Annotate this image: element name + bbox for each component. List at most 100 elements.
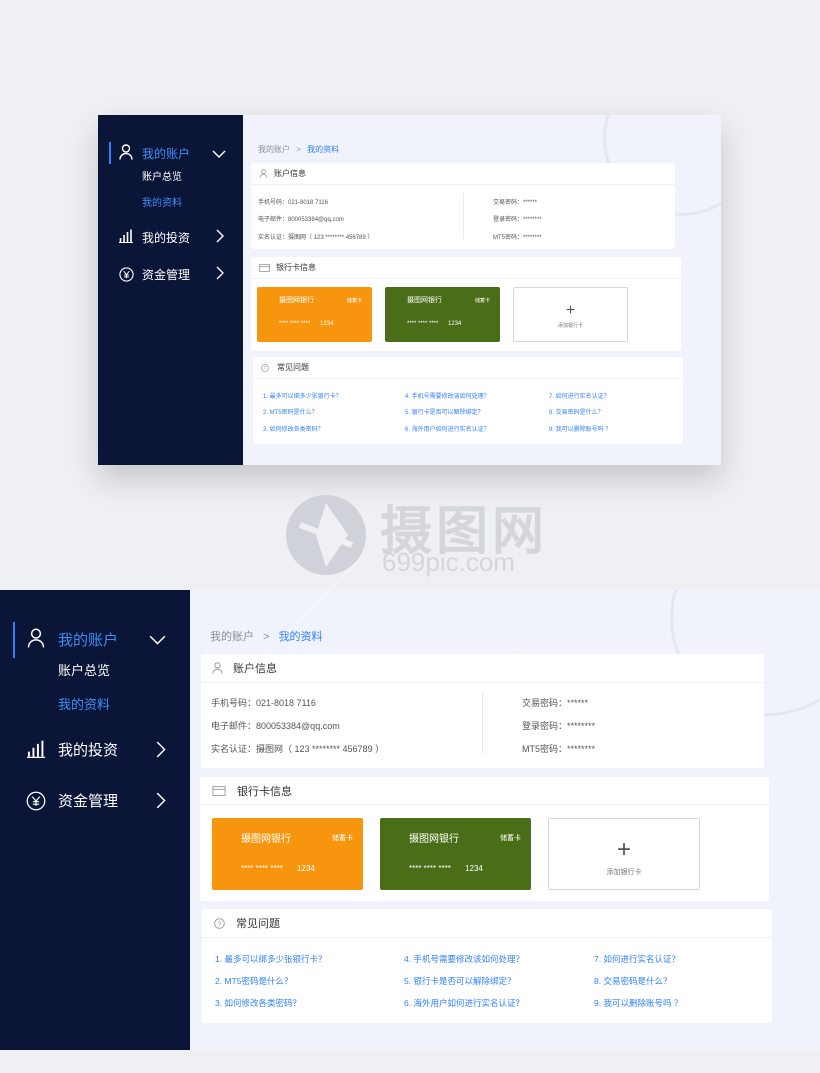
sidebar: 我的账户 账户总览 我的资料 我的投资 资金管理 <box>98 115 243 465</box>
nav-my-account[interactable]: 我的账户 <box>98 141 243 165</box>
card-header: ? 常见问题 <box>253 357 683 379</box>
nav-my-investment[interactable]: 我的投资 <box>0 732 190 766</box>
bank-card[interactable]: 摄图网银行 储蓄卡 **** **** **** 1234 <box>257 287 372 342</box>
nav-funds[interactable]: 资金管理 <box>98 262 243 286</box>
faq-item[interactable]: 6. 海外用户如何进行实名认证？ <box>404 997 524 1009</box>
faq-item[interactable]: 2. MT5密码是什么？ <box>263 407 318 416</box>
faq-item[interactable]: 1. 最多可以绑多少张银行卡？ <box>215 953 326 965</box>
card-header: 账户信息 <box>201 654 764 683</box>
watermark: 摄图网 699pic.com <box>286 495 576 585</box>
nav-my-investment[interactable]: 我的投资 <box>98 225 243 249</box>
nav-funds[interactable]: 资金管理 <box>0 783 190 817</box>
faq-item[interactable]: 4. 手机号需要修改该如何处理？ <box>405 391 490 400</box>
bar-chart-icon <box>118 227 134 245</box>
question-icon: ? <box>214 917 225 929</box>
card-header: 银行卡信息 <box>200 777 769 805</box>
card-title: 常见问题 <box>277 363 309 372</box>
faq-item[interactable]: 3. 如何修改各类密码？ <box>263 424 324 433</box>
yen-icon <box>118 265 134 283</box>
realname-field: 实名认证：摄图网（ 123 ******** 456789 ） <box>211 744 385 754</box>
card-number: **** **** **** 1234 <box>279 321 334 327</box>
card-type: 储蓄卡 <box>347 298 363 304</box>
bank-name: 摄图网银行 <box>279 297 314 304</box>
card-number: **** **** **** 1234 <box>241 864 315 873</box>
yen-icon <box>25 790 46 811</box>
app-window: 我的账户 账户总览 我的资料 我的投资 资金管理 我的账户 > 我的资料 账户信… <box>0 590 820 1050</box>
sidebar: 我的账户 账户总览 我的资料 我的投资 资金管理 <box>0 590 190 1050</box>
breadcrumb-root[interactable]: 我的账户 <box>210 631 254 643</box>
login-password-field: 登录密码：******** <box>493 217 542 223</box>
bank-info-card: 银行卡信息 摄图网银行 储蓄卡 **** **** **** 1234 摄图网银… <box>200 777 769 901</box>
realname-field: 实名认证：摄图网（ 123 ******** 456789 ） <box>258 235 374 241</box>
card-title: 常见问题 <box>236 918 280 930</box>
faq-item[interactable]: 5. 银行卡是否可以解除绑定？ <box>405 407 484 416</box>
mt5-password-field: MT5密码：******** <box>493 235 542 241</box>
nav-label: 我的账户 <box>142 146 191 161</box>
faq-item[interactable]: 8. 交易密码是什么？ <box>549 407 604 416</box>
add-bank-card-button[interactable]: + 添加银行卡 <box>513 287 628 342</box>
bank-card[interactable]: 摄图网银行 储蓄卡 **** **** **** 1234 <box>385 287 500 342</box>
nav-label: 资金管理 <box>58 792 119 810</box>
nav-my-account[interactable]: 我的账户 <box>0 622 190 656</box>
nav-label: 资金管理 <box>142 267 191 282</box>
breadcrumb-current: 我的资料 <box>307 145 340 154</box>
breadcrumb-root[interactable]: 我的账户 <box>258 145 290 154</box>
faq-item[interactable]: 1. 最多可以绑多少张银行卡？ <box>263 391 342 400</box>
faq-item[interactable]: 9. 我可以删除账号吗 ？ <box>549 424 611 433</box>
card-title: 银行卡信息 <box>276 263 316 272</box>
card-type: 储蓄卡 <box>500 835 521 842</box>
main-content: 我的账户 > 我的资料 账户信息 手机号码：021-8018 7116 电子邮件… <box>243 115 721 465</box>
preview-mockup: 我的账户 账户总览 我的资料 我的投资 资金管理 我的账户 > 我的资料 账户信… <box>98 115 721 465</box>
card-title: 银行卡信息 <box>237 785 292 798</box>
chevron-right-icon[interactable] <box>156 740 167 764</box>
faq-item[interactable]: 2. MT5密码是什么？ <box>215 975 292 987</box>
bank-info-card: 银行卡信息 摄图网银行 储蓄卡 **** **** **** 1234 摄图网银… <box>251 257 681 351</box>
card-type: 储蓄卡 <box>332 835 353 842</box>
preview-window: 我的账户 账户总览 我的资料 我的投资 资金管理 我的账户 > 我的资料 账户信… <box>98 115 721 465</box>
login-password-field: 登录密码：******** <box>522 721 596 731</box>
bank-name: 摄图网银行 <box>409 834 459 845</box>
faq-item[interactable]: 6. 海外用户如何进行实名认证？ <box>405 424 490 433</box>
breadcrumb: 我的账户 > 我的资料 <box>258 145 340 154</box>
faq-item[interactable]: 8. 交易密码是什么？ <box>594 975 671 987</box>
user-icon <box>259 169 268 178</box>
nav-label: 我的投资 <box>142 230 191 245</box>
faq-item[interactable]: 5. 银行卡是否可以解除绑定？ <box>404 975 515 987</box>
bank-card[interactable]: 摄图网银行 储蓄卡 **** **** **** 1234 <box>212 818 363 890</box>
chevron-right-icon[interactable] <box>216 229 225 248</box>
card-type: 储蓄卡 <box>475 298 491 304</box>
nav-label: 我的投资 <box>58 741 119 759</box>
nav-overview[interactable]: 账户总览 <box>142 168 182 183</box>
card-header: 账户信息 <box>251 163 675 185</box>
faq-item[interactable]: 3. 如何修改各类密码？ <box>215 997 301 1009</box>
card-icon <box>259 263 270 272</box>
chevron-right-icon[interactable] <box>156 791 167 815</box>
email-field: 电子邮件：800053384@qq.com <box>211 721 340 731</box>
bank-card[interactable]: 摄图网银行 储蓄卡 **** **** **** 1234 <box>380 818 531 890</box>
plus-icon: + <box>616 836 631 863</box>
trade-password-field: 交易密码：****** <box>493 200 538 206</box>
plus-icon: + <box>565 302 576 319</box>
faq-item[interactable]: 7. 如何进行实名认证？ <box>594 953 680 965</box>
card-header: ? 常见问题 <box>202 909 772 938</box>
faq-item[interactable]: 9. 我可以删除账号吗 ？ <box>594 997 682 1009</box>
question-icon: ? <box>261 363 269 372</box>
nav-profile[interactable]: 我的资料 <box>142 194 182 209</box>
nav-profile[interactable]: 我的资料 <box>58 694 110 713</box>
card-icon <box>212 785 226 796</box>
faq-item[interactable]: 7. 如何进行实名认证？ <box>549 391 610 400</box>
card-title: 账户信息 <box>274 169 306 178</box>
faq-item[interactable]: 4. 手机号需要修改该如何处理？ <box>404 953 524 965</box>
svg-text:?: ? <box>218 921 222 928</box>
account-info-card: 账户信息 手机号码：021-8018 7116 电子邮件：800053384@q… <box>251 163 675 249</box>
phone-field: 手机号码：021-8018 7116 <box>211 698 316 708</box>
faq-card: ? 常见问题 1. 最多可以绑多少张银行卡？ 2. MT5密码是什么？ 3. 如… <box>202 909 772 1023</box>
add-bank-card-button[interactable]: + 添加银行卡 <box>548 818 700 890</box>
chevron-down-icon[interactable] <box>212 146 226 164</box>
chevron-down-icon[interactable] <box>148 633 167 651</box>
faq-card: ? 常见问题 1. 最多可以绑多少张银行卡？ 2. MT5密码是什么？ 3. 如… <box>253 357 683 444</box>
nav-label: 我的账户 <box>58 631 119 649</box>
nav-overview[interactable]: 账户总览 <box>58 660 110 679</box>
chevron-right-icon[interactable] <box>216 266 225 285</box>
bar-chart-icon <box>26 739 46 759</box>
